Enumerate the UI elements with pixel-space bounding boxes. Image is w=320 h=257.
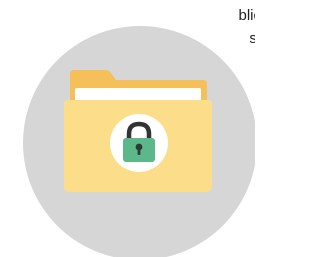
lock-icon — [110, 114, 168, 172]
page: blic s. — [0, 0, 255, 257]
locked-folder-illustration — [23, 26, 255, 257]
keyhole-slot — [137, 148, 141, 155]
